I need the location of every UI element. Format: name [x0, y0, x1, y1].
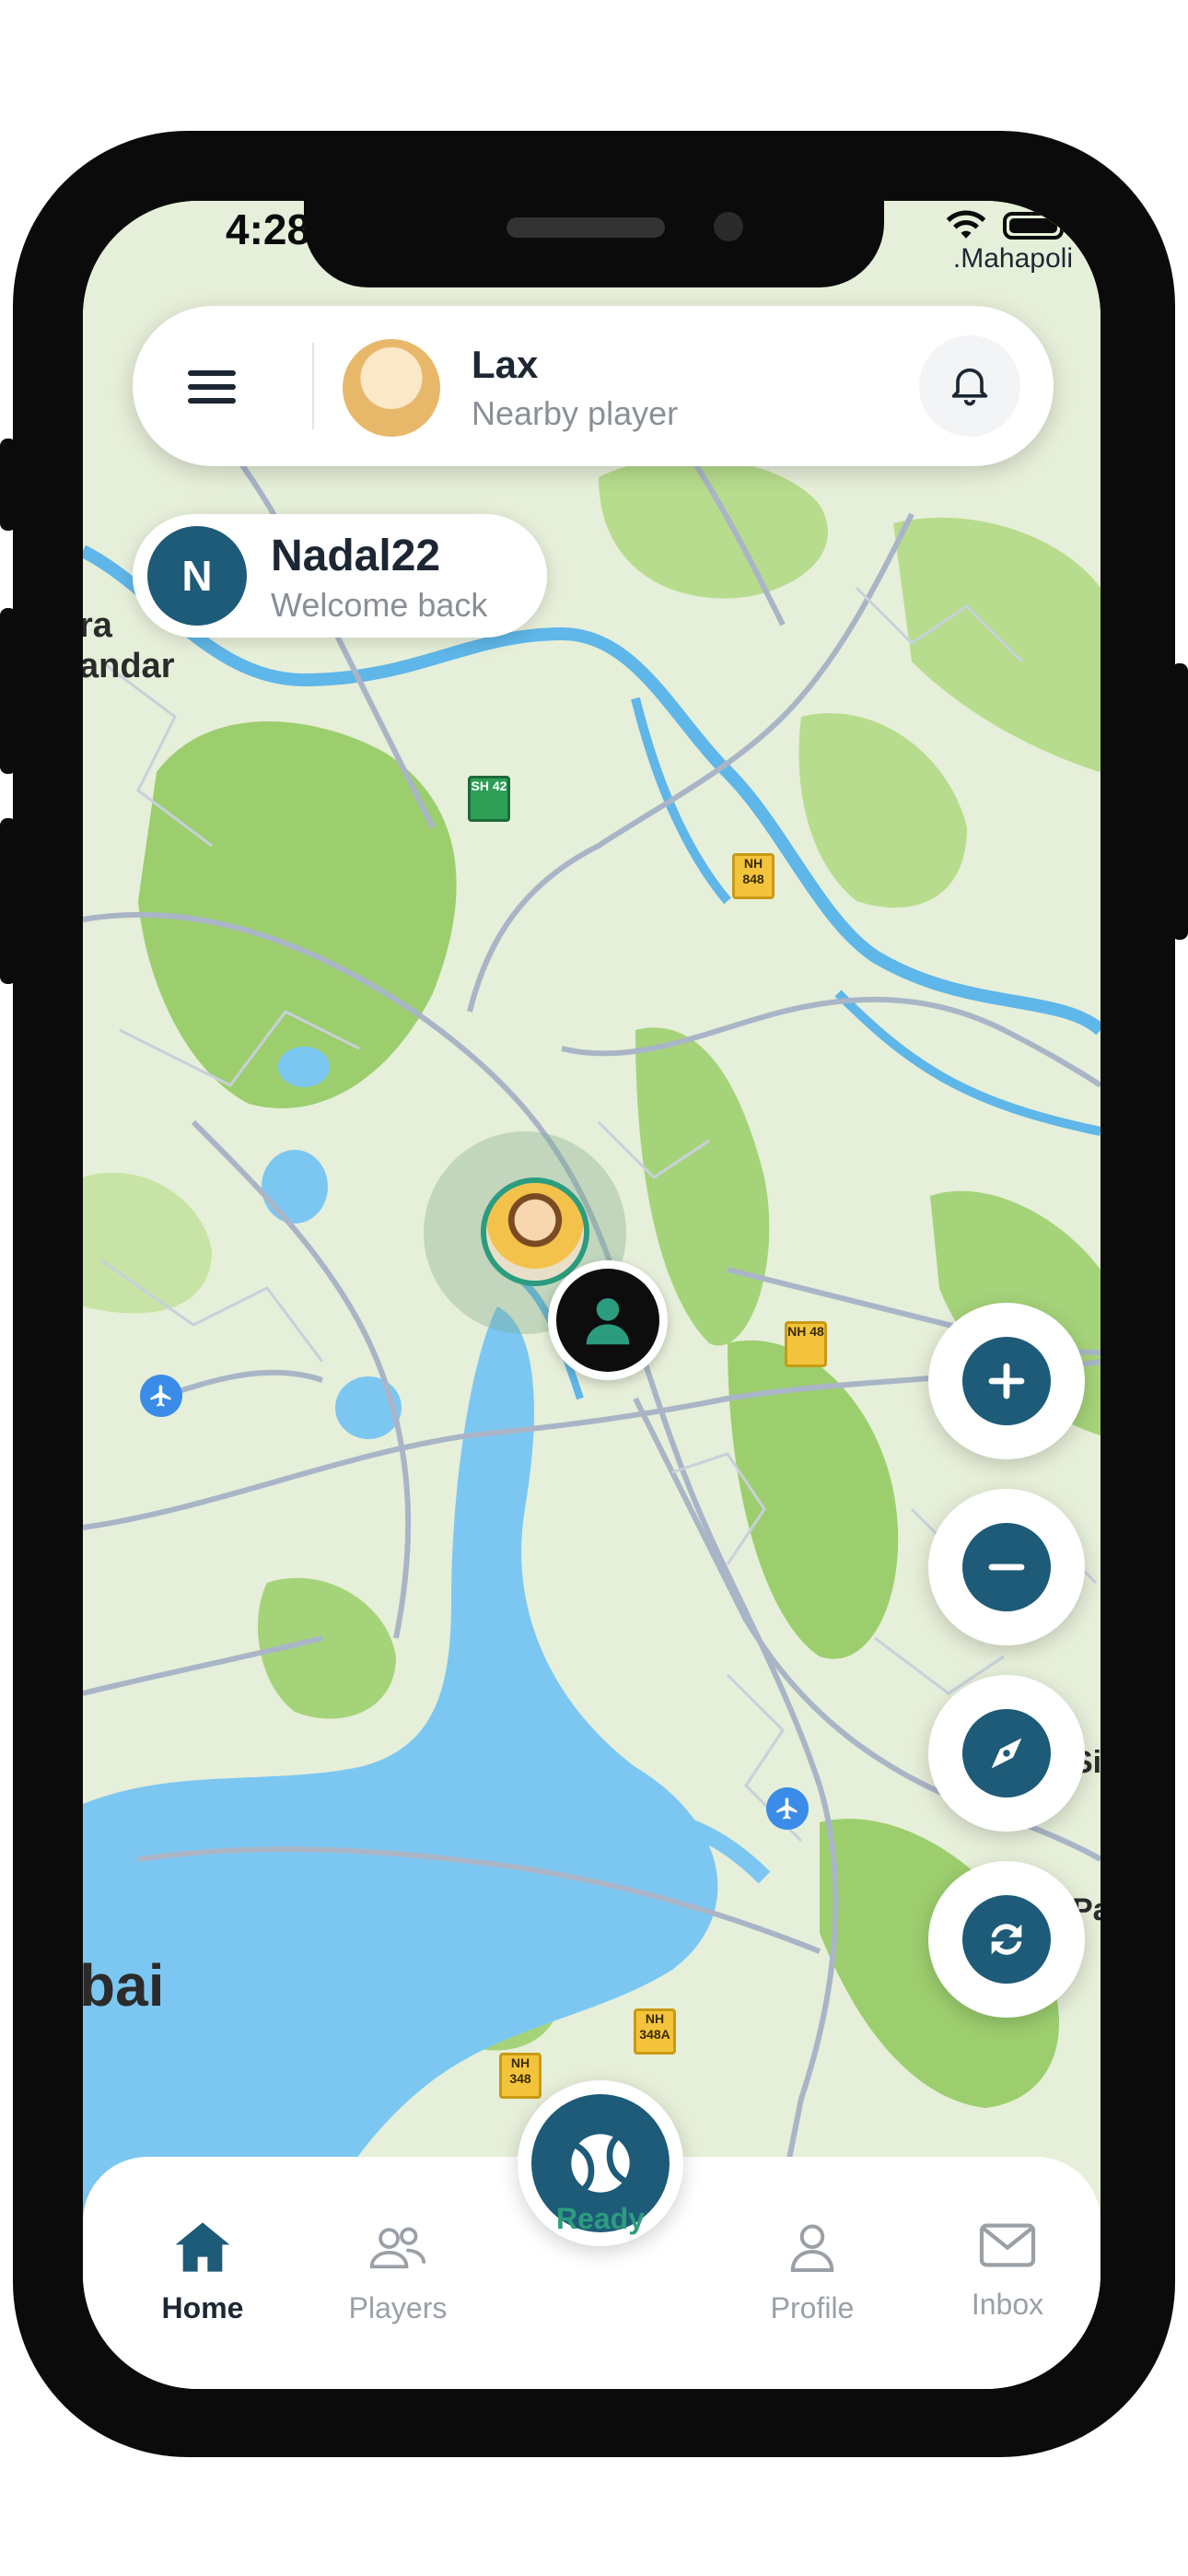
nav-players[interactable]: Players: [324, 2219, 472, 2325]
minus-icon: [988, 1563, 1025, 1571]
nearby-player-card[interactable]: Lax Nearby player: [133, 306, 1054, 466]
status-location-label: .Mahapoli: [952, 243, 1073, 274]
welcome-chip[interactable]: N Nadal22 Welcome back: [133, 514, 547, 638]
nav-home-label: Home: [161, 2291, 244, 2324]
player-avatar-illustration: [486, 1183, 584, 1281]
hamburger-icon-bar: [188, 398, 236, 404]
ready-label: Ready: [555, 2202, 646, 2235]
map-label-bai: bai: [83, 1952, 165, 2019]
menu-button[interactable]: [188, 354, 254, 420]
airport-icon[interactable]: [140, 1375, 182, 1417]
nav-home[interactable]: Home: [129, 2219, 276, 2325]
tennis-ball-icon: [571, 2134, 630, 2193]
players-icon: [369, 2227, 426, 2269]
highway-shield-nh348: NH 348: [499, 2053, 542, 2099]
zoom-out-button[interactable]: [928, 1489, 1085, 1645]
welcome-text: Welcome back: [271, 586, 488, 624]
speaker: [507, 217, 665, 238]
refresh-icon: [991, 1924, 1022, 1955]
wifi-icon: [946, 210, 986, 239]
nav-profile[interactable]: Profile: [739, 2219, 886, 2325]
notifications-button[interactable]: [919, 335, 1020, 437]
bell-icon: [951, 368, 988, 406]
compass-icon: [991, 1738, 1022, 1769]
nav-profile-label: Profile: [770, 2291, 855, 2324]
divider: [312, 343, 314, 429]
nearby-player-marker[interactable]: [481, 1177, 589, 1286]
status-icons: [946, 210, 1064, 241]
battery-icon: [1003, 212, 1064, 240]
map-label-andar: andar: [83, 647, 175, 685]
player-name: Lax: [472, 343, 539, 386]
profile-icon: [790, 2224, 834, 2272]
player-subtitle: Nearby player: [472, 394, 679, 432]
mail-icon: [979, 2223, 1036, 2267]
nav-inbox[interactable]: Inbox: [934, 2219, 1081, 2322]
my-location-marker[interactable]: [548, 1260, 668, 1380]
app-screen: ra andar bai Si Pa SH 42 NH 848 NH 48 NH…: [83, 201, 1101, 2389]
compass-button[interactable]: [928, 1675, 1085, 1832]
highway-shield-nh848: NH 848: [732, 853, 775, 899]
user-initial-avatar: N: [147, 526, 247, 626]
hamburger-icon-bar: [188, 370, 236, 376]
zoom-in-button[interactable]: [928, 1303, 1085, 1459]
nav-players-label: Players: [348, 2291, 448, 2324]
notch: [304, 201, 884, 287]
status-time: 4:28: [226, 205, 311, 253]
home-icon: [175, 2222, 230, 2272]
airport-icon[interactable]: [766, 1787, 809, 1830]
refresh-button[interactable]: [928, 1861, 1085, 2018]
map-label-ra: ra: [83, 606, 112, 645]
user-silhouette-icon: [556, 1269, 659, 1372]
plus-icon: [988, 1363, 1025, 1399]
highway-shield-nh348a: NH 348A: [634, 2008, 676, 2055]
username: Nadal22: [271, 532, 441, 580]
highway-shield-sh42: SH 42: [468, 776, 510, 822]
nav-inbox-label: Inbox: [971, 2288, 1044, 2321]
hamburger-icon-bar: [188, 384, 236, 390]
player-avatar[interactable]: [343, 339, 440, 437]
highway-shield-nh48: NH 48: [785, 1321, 827, 1367]
front-camera: [714, 212, 743, 241]
